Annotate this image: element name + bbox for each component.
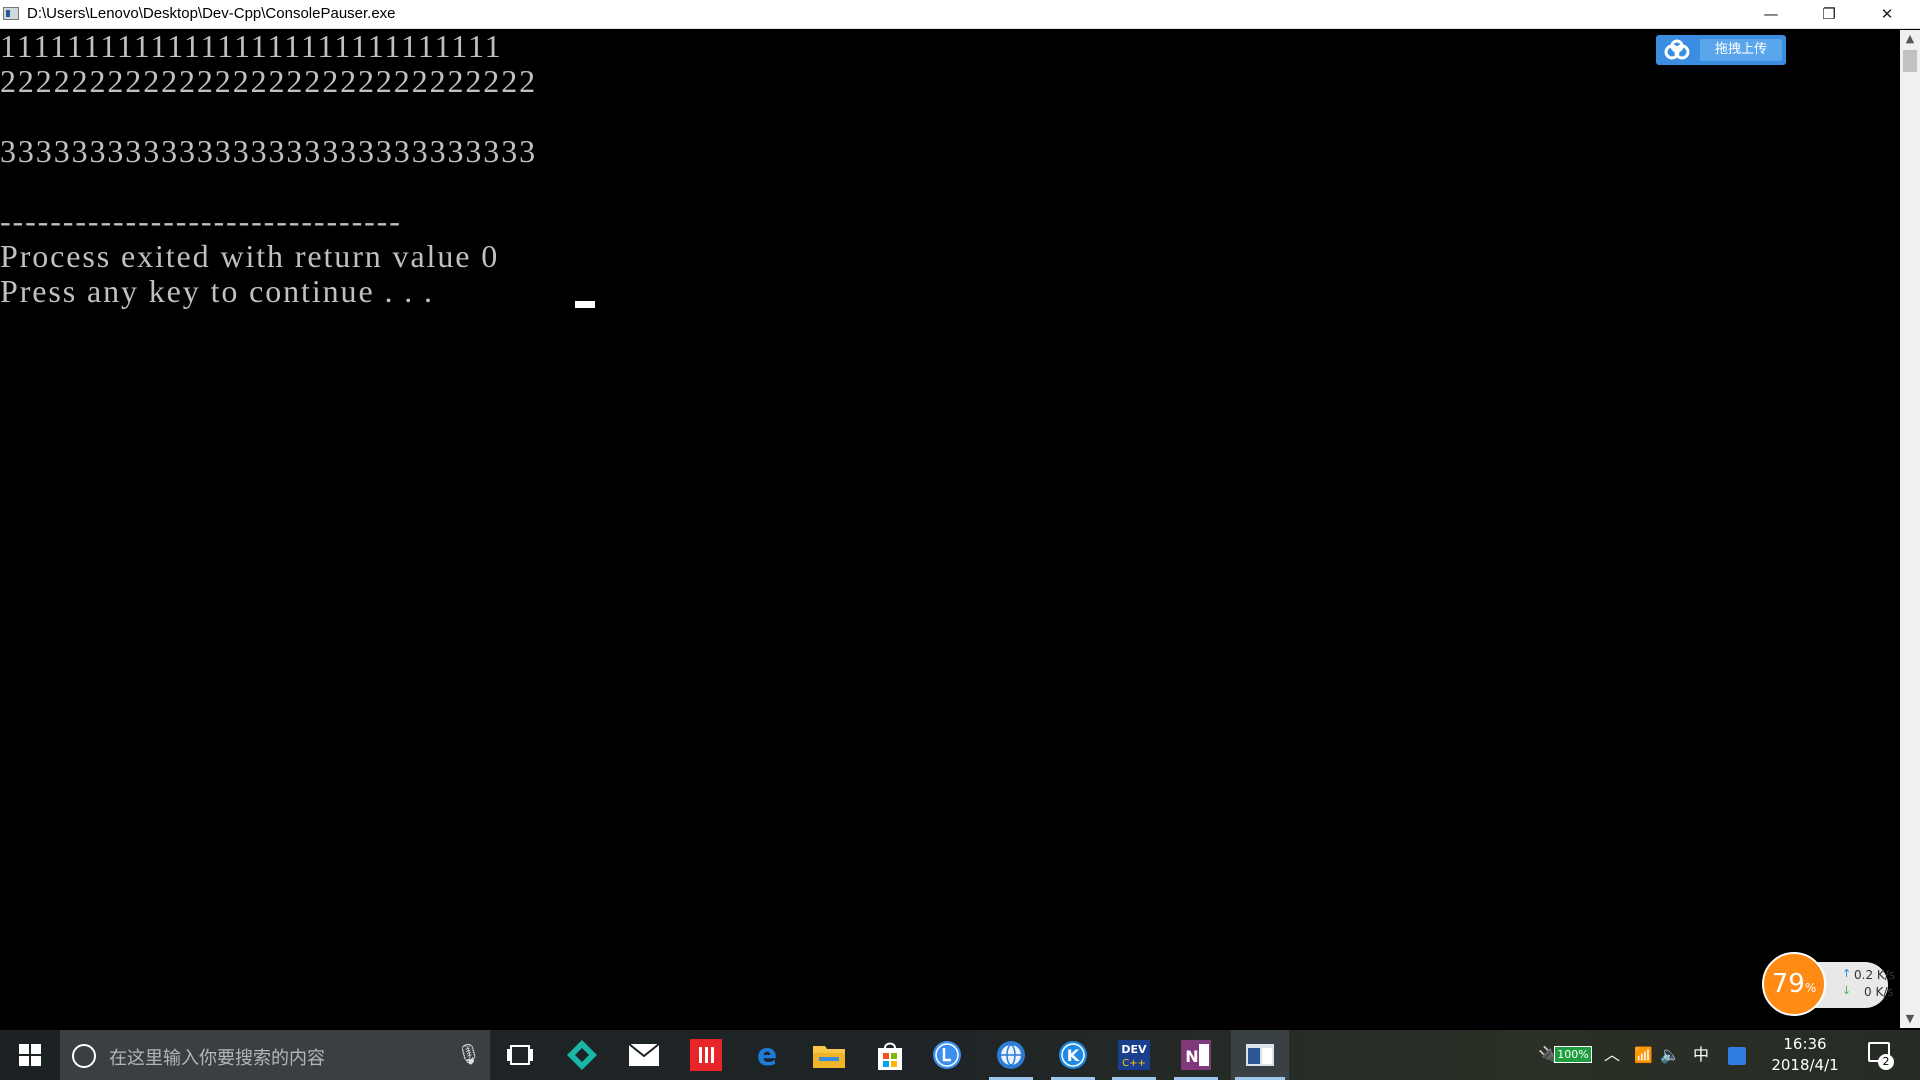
upload-label: 拖拽上传 bbox=[1700, 39, 1782, 61]
svg-text:e: e bbox=[757, 1040, 777, 1070]
onenote-icon: N bbox=[1181, 1040, 1211, 1070]
minimize-button[interactable]: — bbox=[1742, 0, 1800, 29]
start-button[interactable] bbox=[0, 1030, 60, 1080]
task-view-button[interactable] bbox=[494, 1030, 546, 1080]
scroll-down-arrow-icon[interactable]: ▼ bbox=[1900, 1010, 1920, 1028]
taskbar: 在这里输入你要搜索的内容 🎙 e K DEV C++ N 🔌 100% ︿ 📶 … bbox=[0, 1030, 1920, 1080]
svg-text:C++: C++ bbox=[1122, 1058, 1146, 1069]
svg-text:DEV: DEV bbox=[1121, 1043, 1147, 1056]
clock-date: 2018/4/1 bbox=[1771, 1056, 1839, 1074]
tray-app-icon[interactable] bbox=[1728, 1030, 1746, 1080]
network-speed-widget[interactable]: 79% ↑ 0.2 K/s ↓ 0 K/s bbox=[1762, 952, 1895, 1016]
taskbar-onenote[interactable]: N bbox=[1170, 1030, 1222, 1080]
cortana-icon[interactable] bbox=[72, 1044, 96, 1068]
microphone-icon[interactable]: 🎙 bbox=[456, 1042, 481, 1066]
console-icon bbox=[1246, 1044, 1274, 1066]
clock-time: 16:36 bbox=[1783, 1035, 1827, 1053]
taskbar-kugou[interactable]: K bbox=[1047, 1030, 1099, 1080]
title-bar[interactable]: D:\Users\Lenovo\Desktop\Dev-Cpp\ConsoleP… bbox=[0, 0, 1920, 29]
battery-indicator[interactable]: 100% bbox=[1554, 1046, 1592, 1063]
memory-percent-value: 79 bbox=[1771, 969, 1805, 999]
app-blue-l-icon bbox=[933, 1041, 961, 1069]
download-arrow-icon: ↓ bbox=[1842, 984, 1852, 997]
show-hidden-icons-chevron-icon[interactable]: ︿ bbox=[1604, 1030, 1620, 1080]
wifi-icon[interactable]: 📶 bbox=[1634, 1030, 1653, 1080]
taskbar-mail[interactable] bbox=[618, 1030, 670, 1080]
volume-icon[interactable]: 🔈 bbox=[1660, 1030, 1680, 1080]
search-placeholder: 在这里输入你要搜索的内容 bbox=[109, 1048, 325, 1069]
notification-count-badge: 2 bbox=[1878, 1054, 1894, 1070]
window-title: D:\Users\Lenovo\Desktop\Dev-Cpp\ConsoleP… bbox=[27, 5, 396, 22]
drag-upload-widget[interactable]: 拖拽上传 bbox=[1656, 35, 1786, 65]
console-line: Press any key to continue . . . bbox=[0, 273, 444, 309]
taskbar-app-red[interactable] bbox=[680, 1030, 732, 1080]
scrollbar-thumb[interactable] bbox=[1903, 50, 1917, 72]
taskbar-console[interactable] bbox=[1231, 1030, 1289, 1080]
taskbar-store[interactable] bbox=[864, 1030, 916, 1080]
text-cursor bbox=[575, 301, 595, 308]
browser-globe-icon bbox=[997, 1041, 1025, 1069]
console-output[interactable]: 111111111111111111111111111111 222222222… bbox=[0, 28, 1900, 1027]
ime-indicator[interactable]: 中 bbox=[1693, 1030, 1709, 1080]
close-button[interactable]: ✕ bbox=[1858, 0, 1916, 29]
taskbar-edge[interactable]: e bbox=[741, 1030, 793, 1080]
devcpp-icon: DEV C++ bbox=[1118, 1040, 1150, 1070]
console-line: 111111111111111111111111111111 bbox=[0, 28, 503, 64]
scroll-up-arrow-icon[interactable]: ▲ bbox=[1900, 30, 1920, 48]
kugou-icon: K bbox=[1059, 1041, 1087, 1069]
task-view-icon bbox=[507, 1045, 533, 1065]
taskbar-devcpp[interactable]: DEV C++ bbox=[1108, 1030, 1160, 1080]
file-explorer-icon bbox=[813, 1046, 845, 1068]
clock[interactable]: 16:36 2018/4/1 bbox=[1765, 1034, 1845, 1076]
upload-speed: 0.2 K/s bbox=[1854, 968, 1896, 982]
baidu-cloud-icon bbox=[1664, 39, 1690, 60]
memory-percent-badge[interactable]: 79% bbox=[1762, 952, 1826, 1016]
console-line: 222222222222222222222222222222 bbox=[0, 63, 537, 99]
console-line: 333333333333333333333333333333 bbox=[0, 133, 537, 169]
store-icon bbox=[878, 1042, 902, 1070]
windows-logo-icon bbox=[19, 1044, 41, 1066]
restore-button[interactable]: ❐ bbox=[1800, 0, 1858, 29]
taskbar-browser[interactable] bbox=[985, 1030, 1037, 1080]
taskbar-search-box[interactable]: 在这里输入你要搜索的内容 🎙 bbox=[60, 1030, 490, 1080]
taskbar-file-explorer[interactable] bbox=[803, 1030, 855, 1080]
vertical-scrollbar[interactable]: ▲ ▼ bbox=[1900, 30, 1920, 1028]
taskbar-app-diamond[interactable] bbox=[556, 1030, 608, 1080]
console-separator: -------------------------------- bbox=[0, 203, 402, 239]
app-diamond-icon bbox=[567, 1040, 597, 1070]
mail-icon bbox=[629, 1044, 659, 1066]
app-red-icon bbox=[690, 1039, 722, 1071]
console-app-icon bbox=[3, 7, 19, 20]
download-speed: 0 K/s bbox=[1864, 985, 1894, 999]
svg-text:K: K bbox=[1067, 1046, 1080, 1065]
edge-icon: e bbox=[757, 1040, 777, 1070]
percent-sign: % bbox=[1804, 981, 1817, 995]
upload-arrow-icon: ↑ bbox=[1842, 967, 1852, 980]
svg-text:N: N bbox=[1185, 1047, 1198, 1066]
console-line: Process exited with return value 0 bbox=[0, 238, 500, 274]
taskbar-app-blue-l[interactable] bbox=[921, 1030, 973, 1080]
